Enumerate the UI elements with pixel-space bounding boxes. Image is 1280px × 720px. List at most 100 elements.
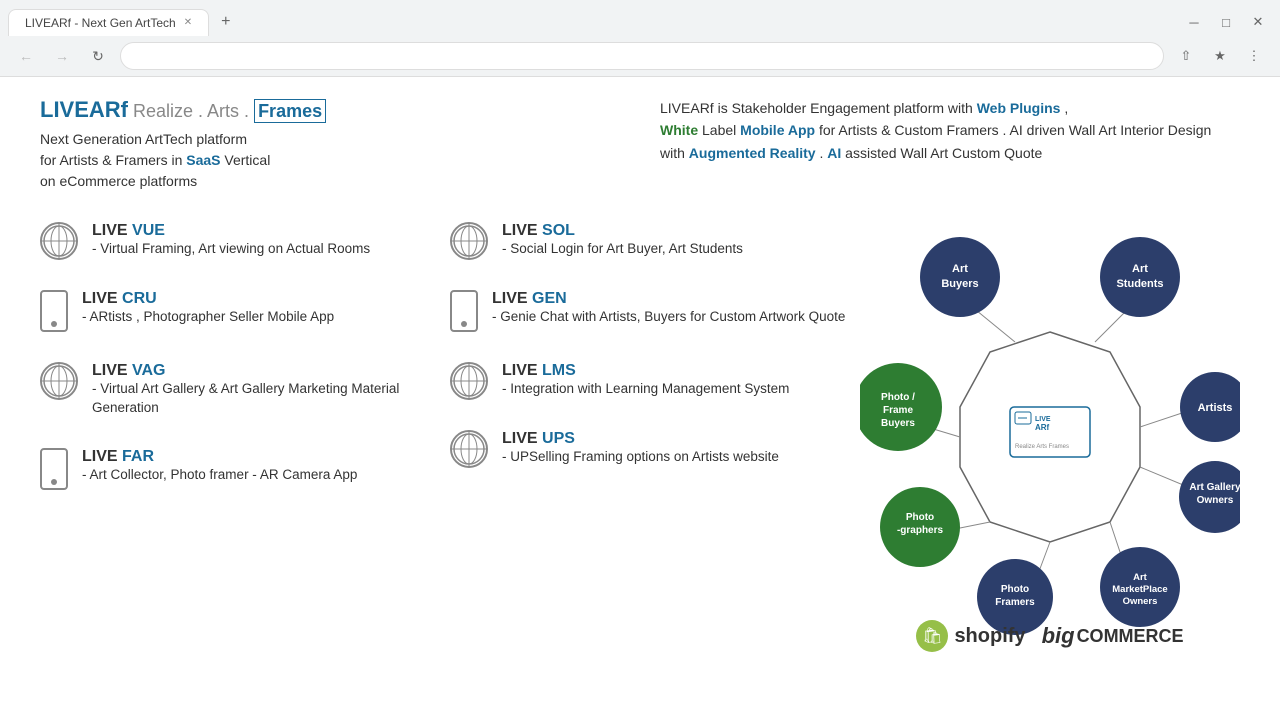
diagram-area: LIVE ARf Realize Arts Frames Art Buyers …: [860, 222, 1240, 642]
desc-dot: .: [816, 145, 828, 161]
feature-cru: LIVE CRU - ARtists , Photographer Seller…: [40, 290, 450, 332]
address-bar[interactable]: [120, 42, 1164, 70]
feature-far: LIVE FAR - Art Collector, Photo framer -…: [40, 448, 450, 490]
browser-tab[interactable]: LIVEARf - Next Gen ArtTech ✕: [8, 9, 209, 36]
feature-ups-text: LIVE UPS - UPSelling Framing options on …: [502, 430, 779, 467]
forward-button[interactable]: →: [48, 42, 76, 70]
shopify-bag-icon: 🛍: [916, 620, 948, 652]
feature-cru-text: LIVE CRU - ARtists , Photographer Seller…: [82, 290, 334, 327]
svg-text:Photo /: Photo /: [881, 392, 915, 403]
reload-button[interactable]: ↻: [84, 42, 112, 70]
bigcommerce-logo: big COMMERCE: [1042, 623, 1184, 649]
feature-sol-text: LIVE SOL - Social Login for Art Buyer, A…: [502, 222, 743, 259]
tab-title: LIVEARf - Next Gen ArtTech: [25, 16, 176, 30]
header-section: LIVEARf Realize . Arts . Frames Next Gen…: [40, 97, 1240, 192]
features-col-2: LIVE SOL - Social Login for Art Buyer, A…: [450, 222, 860, 642]
bigcommerce-text: COMMERCE: [1077, 626, 1184, 647]
desc-webplugins: Web Plugins: [977, 100, 1061, 116]
feature-gen-text: LIVE GEN - Genie Chat with Artists, Buye…: [492, 290, 845, 327]
feature-lms-name: LIVE LMS: [502, 362, 576, 379]
feature-vue-desc: - Virtual Framing, Art viewing on Actual…: [92, 240, 370, 259]
feature-vue: LIVE VUE - Virtual Framing, Art viewing …: [40, 222, 450, 260]
desc-mobileapp: Mobile App: [740, 122, 815, 138]
tagline: Next Generation ArtTech platformfor Arti…: [40, 129, 620, 192]
feature-vue-name: LIVE VUE: [92, 222, 165, 239]
feature-vag-name: LIVE VAG: [92, 362, 166, 379]
feature-cru-name: LIVE CRU: [82, 290, 157, 307]
feature-far-name: LIVE FAR: [82, 448, 154, 465]
feature-far-text: LIVE FAR - Art Collector, Photo framer -…: [82, 448, 357, 485]
feature-ups-name: LIVE UPS: [502, 430, 575, 447]
logo-live: LIVE: [40, 97, 89, 122]
svg-text:Art Gallery: Art Gallery: [1189, 482, 1240, 493]
mobile-icon-cru: [40, 290, 68, 332]
globe-icon-lms: [450, 362, 488, 400]
svg-text:Photo: Photo: [906, 512, 934, 523]
description-area: LIVEARf is Stakeholder Engagement platfo…: [660, 97, 1240, 192]
desc-label: Label: [698, 122, 740, 138]
feature-vue-text: LIVE VUE - Virtual Framing, Art viewing …: [92, 222, 370, 259]
tab-close-button[interactable]: ✕: [184, 17, 192, 28]
ecommerce-logos: 🛍 shopify big COMMERCE: [860, 620, 1240, 652]
desc-text: LIVEARf is Stakeholder Engagement platfo…: [660, 100, 977, 116]
svg-text:Frame: Frame: [883, 405, 913, 416]
logo-subtitle: Realize . Arts .: [128, 101, 254, 121]
feature-sol: LIVE SOL - Social Login for Art Buyer, A…: [450, 222, 860, 260]
svg-text:Buyers: Buyers: [941, 278, 978, 290]
logo-arf: ARf: [89, 97, 128, 122]
feature-lms: LIVE LMS - Integration with Learning Man…: [450, 362, 860, 400]
mobile-icon-gen: [450, 290, 478, 332]
svg-text:Art: Art: [1133, 572, 1148, 583]
minimize-button[interactable]: ─: [1180, 8, 1208, 36]
tab-bar: LIVEARf - Next Gen ArtTech ✕ + ─ □ ✕: [0, 0, 1280, 36]
page-content: LIVEARf Realize . Arts . Frames Next Gen…: [0, 77, 1280, 662]
mobile-icon-far: [40, 448, 68, 490]
bigcommerce-big: big: [1042, 623, 1075, 649]
svg-text:Art: Art: [952, 263, 968, 275]
globe-icon-vag: [40, 362, 78, 400]
svg-text:Owners: Owners: [1123, 596, 1158, 607]
feature-vag: LIVE VAG - Virtual Art Gallery & Art Gal…: [40, 362, 450, 418]
nav-bar: ← → ↻ ⇧ ★ ⋮: [0, 36, 1280, 76]
feature-vag-desc: - Virtual Art Gallery & Art Gallery Mark…: [92, 380, 450, 418]
close-button[interactable]: ✕: [1244, 8, 1272, 36]
svg-text:Owners: Owners: [1197, 495, 1234, 506]
menu-icon[interactable]: ⋮: [1240, 42, 1268, 70]
svg-text:Realize Arts Frames: Realize Arts Frames: [1015, 444, 1069, 450]
svg-text:Artists: Artists: [1198, 402, 1233, 414]
svg-text:Framers: Framers: [995, 597, 1035, 608]
feature-lms-desc: - Integration with Learning Management S…: [502, 380, 789, 399]
svg-text:Buyers: Buyers: [881, 418, 915, 429]
svg-text:-graphers: -graphers: [897, 525, 944, 536]
browser-chrome: LIVEARf - Next Gen ArtTech ✕ + ─ □ ✕ ← →…: [0, 0, 1280, 77]
globe-icon-sol: [450, 222, 488, 260]
globe-icon-ups: [450, 430, 488, 468]
maximize-button[interactable]: □: [1212, 8, 1240, 36]
feature-far-desc: - Art Collector, Photo framer - AR Camer…: [82, 466, 357, 485]
diagram-svg: LIVE ARf Realize Arts Frames Art Buyers …: [860, 222, 1240, 642]
tagline-saas: SaaS: [186, 152, 220, 168]
new-tab-button[interactable]: +: [213, 9, 238, 35]
feature-sol-name: LIVE SOL: [502, 222, 575, 239]
feature-cru-desc: - ARtists , Photographer Seller Mobile A…: [82, 308, 334, 327]
desc-comma: ,: [1060, 100, 1068, 116]
diagram-container: LIVE ARf Realize Arts Frames Art Buyers …: [860, 222, 1240, 642]
desc-ar: Augmented Reality: [689, 145, 816, 161]
bookmark-icon[interactable]: ★: [1206, 42, 1234, 70]
feature-gen-desc: - Genie Chat with Artists, Buyers for Cu…: [492, 308, 845, 327]
logo: LIVEARf Realize . Arts . Frames: [40, 97, 620, 123]
share-icon[interactable]: ⇧: [1172, 42, 1200, 70]
feature-lms-text: LIVE LMS - Integration with Learning Man…: [502, 362, 789, 399]
features-col-1: LIVE VUE - Virtual Framing, Art viewing …: [40, 222, 450, 642]
svg-text:ARf: ARf: [1035, 423, 1050, 432]
nav-icons: ⇧ ★ ⋮: [1172, 42, 1268, 70]
svg-text:Photo: Photo: [1001, 584, 1029, 595]
svg-text:MarketPlace: MarketPlace: [1112, 584, 1167, 595]
feature-sol-desc: - Social Login for Art Buyer, Art Studen…: [502, 240, 743, 259]
feature-ups: LIVE UPS - UPSelling Framing options on …: [450, 430, 860, 468]
desc-rest: assisted Wall Art Custom Quote: [841, 145, 1042, 161]
back-button[interactable]: ←: [12, 42, 40, 70]
features-section: LIVE VUE - Virtual Framing, Art viewing …: [40, 222, 1240, 642]
svg-text:Art: Art: [1132, 263, 1148, 275]
svg-text:LIVE: LIVE: [1035, 416, 1051, 423]
